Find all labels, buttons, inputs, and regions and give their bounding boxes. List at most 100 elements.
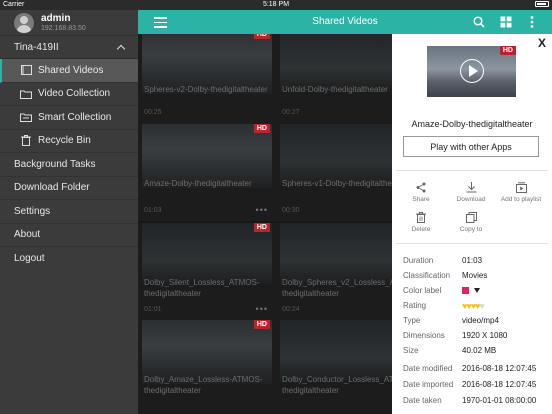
- sidebar-item-label: Settings: [14, 205, 51, 217]
- trash-icon: [20, 135, 32, 147]
- video-duration: 00:25: [144, 109, 162, 116]
- info-value: video/mp4: [462, 316, 499, 325]
- info-value: 40.02 MB: [462, 346, 497, 355]
- info-row-rating[interactable]: Rating ♥♥♥♥♥: [403, 298, 548, 313]
- info-key: Duration: [403, 256, 434, 265]
- video-duration: 00:30: [282, 207, 300, 214]
- hd-badge: HD: [253, 320, 270, 329]
- info-key: Color label: [403, 286, 442, 295]
- download-button[interactable]: Download: [446, 182, 496, 203]
- hd-badge: HD: [253, 223, 270, 232]
- copy-to-button[interactable]: Copy to: [446, 212, 496, 233]
- info-key: Type: [403, 316, 421, 325]
- color-label-selector[interactable]: [462, 286, 480, 295]
- info-row-size: Size 40.02 MB: [403, 343, 548, 358]
- video-preview[interactable]: HD: [427, 46, 516, 97]
- info-value: 2016-08-18 12:07:45: [462, 380, 537, 389]
- sidebar-item-label: Shared Videos: [38, 64, 104, 76]
- hd-badge: HD: [253, 34, 270, 39]
- play-icon[interactable]: [460, 59, 484, 83]
- info-row-type: Type video/mp4: [403, 313, 548, 328]
- download-icon: [466, 182, 476, 193]
- sidebar-item-about[interactable]: About: [0, 224, 138, 247]
- trash-icon: [416, 212, 426, 223]
- sidebar-item-label: Smart Collection: [38, 111, 112, 123]
- share-icon: [416, 182, 426, 193]
- copy-to-label: Copy to: [459, 226, 483, 233]
- info-row-dimensions: Dimensions 1920 X 1080: [403, 328, 548, 343]
- share-button[interactable]: Share: [396, 182, 446, 203]
- user-ip: 192.168.83.50: [41, 24, 86, 32]
- add-to-playlist-label: Add to playlist: [500, 196, 542, 203]
- video-duration: 00:27: [282, 109, 300, 116]
- playlist-icon: [515, 182, 527, 193]
- divider: [396, 170, 548, 171]
- sidebar-item-smart-collection[interactable]: Smart Collection: [0, 106, 138, 130]
- sidebar-item-settings[interactable]: Settings: [0, 200, 138, 224]
- copy-icon: [465, 212, 477, 223]
- status-time: 5:18 PM: [262, 1, 290, 8]
- add-to-playlist-button[interactable]: Add to playlist: [496, 182, 546, 203]
- video-detail-panel: X HD Amaze-Dolby-thedigitaltheater Play …: [392, 34, 552, 414]
- play-with-other-apps-button[interactable]: Play with other Apps: [403, 136, 539, 157]
- info-key: Date imported: [403, 380, 454, 389]
- info-key: Dimensions: [403, 331, 445, 340]
- more-icon[interactable]: •••: [256, 205, 268, 215]
- info-key: Date taken: [403, 396, 442, 405]
- video-name: Amaze-Dolby-thedigitaltheater: [144, 179, 252, 188]
- nas-name: Tina-419II: [14, 41, 59, 53]
- info-key: Rating: [403, 301, 427, 310]
- share-label: Share: [412, 196, 430, 203]
- sidebar-item-label: Video Collection: [38, 88, 111, 100]
- more-icon[interactable]: •••: [256, 304, 268, 314]
- video-name: Unfold-Dolby-thedigitaltheater: [282, 85, 388, 94]
- sidebar-item-label: Background Tasks: [14, 158, 96, 170]
- video-name: Spheres-v1-Dolby-thedigitaltheater: [282, 179, 406, 188]
- sidebar-item-background-tasks[interactable]: Background Tasks: [0, 153, 138, 177]
- close-button[interactable]: X: [538, 36, 546, 50]
- info-key: Size: [403, 346, 419, 355]
- hd-badge: HD: [253, 124, 270, 133]
- info-row-color-label[interactable]: Color label: [403, 283, 548, 298]
- color-swatch: [462, 287, 469, 295]
- info-row-date-imported: Date imported 2016-08-18 12:07:45: [403, 377, 548, 392]
- sidebar-item-logout[interactable]: Logout: [0, 247, 138, 271]
- info-row-date-taken: Date taken 1970-01-01 08:00:00: [403, 393, 548, 408]
- sidebar-item-shared-videos[interactable]: Shared Videos: [0, 59, 138, 83]
- sidebar-item-label: Logout: [14, 253, 45, 265]
- hd-badge: HD: [499, 46, 516, 55]
- info-key: Date modified: [403, 364, 453, 373]
- info-value: 1970-01-01 08:00:00: [462, 396, 537, 405]
- grid-view-icon[interactable]: [500, 16, 512, 28]
- video-name: Dolby_Silent_Lossless_ATMOS-thedigitalth…: [144, 278, 260, 298]
- video-tile[interactable]: HD Spheres-v2-Dolby-thedigitaltheater 00…: [138, 34, 276, 127]
- sidebar-item-label: Recycle Bin: [38, 135, 91, 147]
- dropdown-arrow-icon: [474, 288, 480, 294]
- shared-video-icon: [20, 65, 32, 76]
- video-title: Amaze-Dolby-thedigitaltheater: [411, 119, 533, 129]
- info-value: 2016-08-18 12:07:45: [462, 364, 537, 373]
- more-vertical-icon[interactable]: [526, 16, 538, 28]
- info-row-classification: Classification Movies: [403, 268, 548, 283]
- user-header[interactable]: admin 192.168.83.50: [0, 10, 138, 36]
- video-tile[interactable]: HD Dolby_Silent_Lossless_ATMOS-thedigita…: [138, 223, 276, 320]
- video-duration: 01:01: [144, 306, 162, 313]
- video-tile[interactable]: HD Dolby_Amaze_Lossless-ATMOS-thedigital…: [138, 320, 276, 414]
- sidebar-item-download-folder[interactable]: Download Folder: [0, 177, 138, 200]
- rating-stars[interactable]: ♥♥♥♥♥: [462, 301, 485, 311]
- sidebar: admin 192.168.83.50 Tina-419II Shared Vi…: [0, 10, 138, 414]
- status-bar: Carrier 5:18 PM: [0, 0, 552, 10]
- sidebar-item-video-collection[interactable]: Video Collection: [0, 83, 138, 106]
- video-tile[interactable]: HD Amaze-Dolby-thedigitaltheater 01:03 •…: [138, 124, 276, 221]
- info-key: Classification: [403, 271, 451, 280]
- video-name: Dolby_Conductor_Lossless_ATMOS-thedigita…: [282, 375, 414, 395]
- sidebar-item-label: Download Folder: [14, 182, 90, 194]
- video-duration: 00:24: [282, 306, 300, 313]
- video-duration: 01:03: [144, 207, 162, 214]
- info-value: 1920 X 1080: [462, 331, 508, 340]
- nas-selector[interactable]: Tina-419II: [0, 36, 138, 59]
- star-icon[interactable]: ♥: [479, 301, 484, 311]
- sidebar-item-recycle-bin[interactable]: Recycle Bin: [0, 130, 138, 153]
- delete-button[interactable]: Delete: [396, 212, 446, 233]
- search-icon[interactable]: [473, 16, 485, 28]
